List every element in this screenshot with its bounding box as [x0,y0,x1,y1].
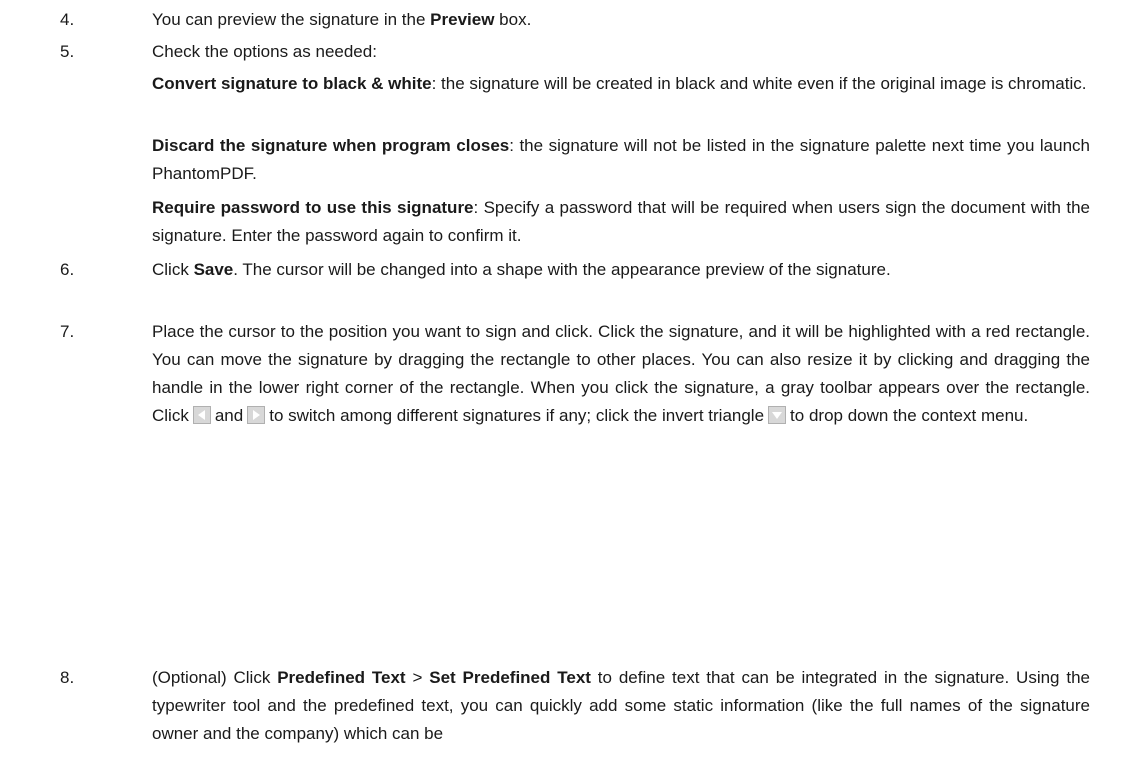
step-number: 8. [60,668,75,687]
step-number: 5. [60,42,75,61]
option-discard: Discard the signature when program close… [60,132,1090,188]
step-4: 4. You can preview the signature in the … [60,6,1090,34]
option-text: Convert signature to black & white: the … [152,74,1087,93]
step-5: 5. Check the options as needed: [60,38,1090,66]
step-text: You can preview the signature in the Pre… [152,10,532,29]
set-predefined-text-label: Set Predefined Text [429,668,591,687]
step-number: 7. [60,322,75,341]
save-label: Save [193,260,234,279]
step-number: 6. [60,260,75,279]
left-arrow-icon [192,405,211,424]
step-6: 6. Click Save. The cursor will be change… [60,256,1090,284]
option-password: Require password to use this signature: … [60,194,1090,250]
option-text: Require password to use this signature: … [152,198,1090,245]
predefined-text-label: Predefined Text [277,668,406,687]
step-7: 7. Place the cursor to the position you … [60,318,1090,430]
invert-triangle-icon [768,405,787,424]
option-black-white: Convert signature to black & white: the … [60,70,1090,98]
step-text: Place the cursor to the position you wan… [152,322,1090,425]
document-page: 4. You can preview the signature in the … [0,0,1123,783]
preview-label: Preview [430,10,495,29]
step-text: Click Save. The cursor will be changed i… [152,260,891,279]
right-arrow-icon [247,405,266,424]
step-text: (Optional) Click Predefined Text > Set P… [152,668,1090,743]
step-text: Check the options as needed: [152,42,377,61]
option-text: Discard the signature when program close… [152,136,1091,183]
step-number: 4. [60,10,75,29]
step-8: 8. (Optional) Click Predefined Text > Se… [60,664,1090,748]
